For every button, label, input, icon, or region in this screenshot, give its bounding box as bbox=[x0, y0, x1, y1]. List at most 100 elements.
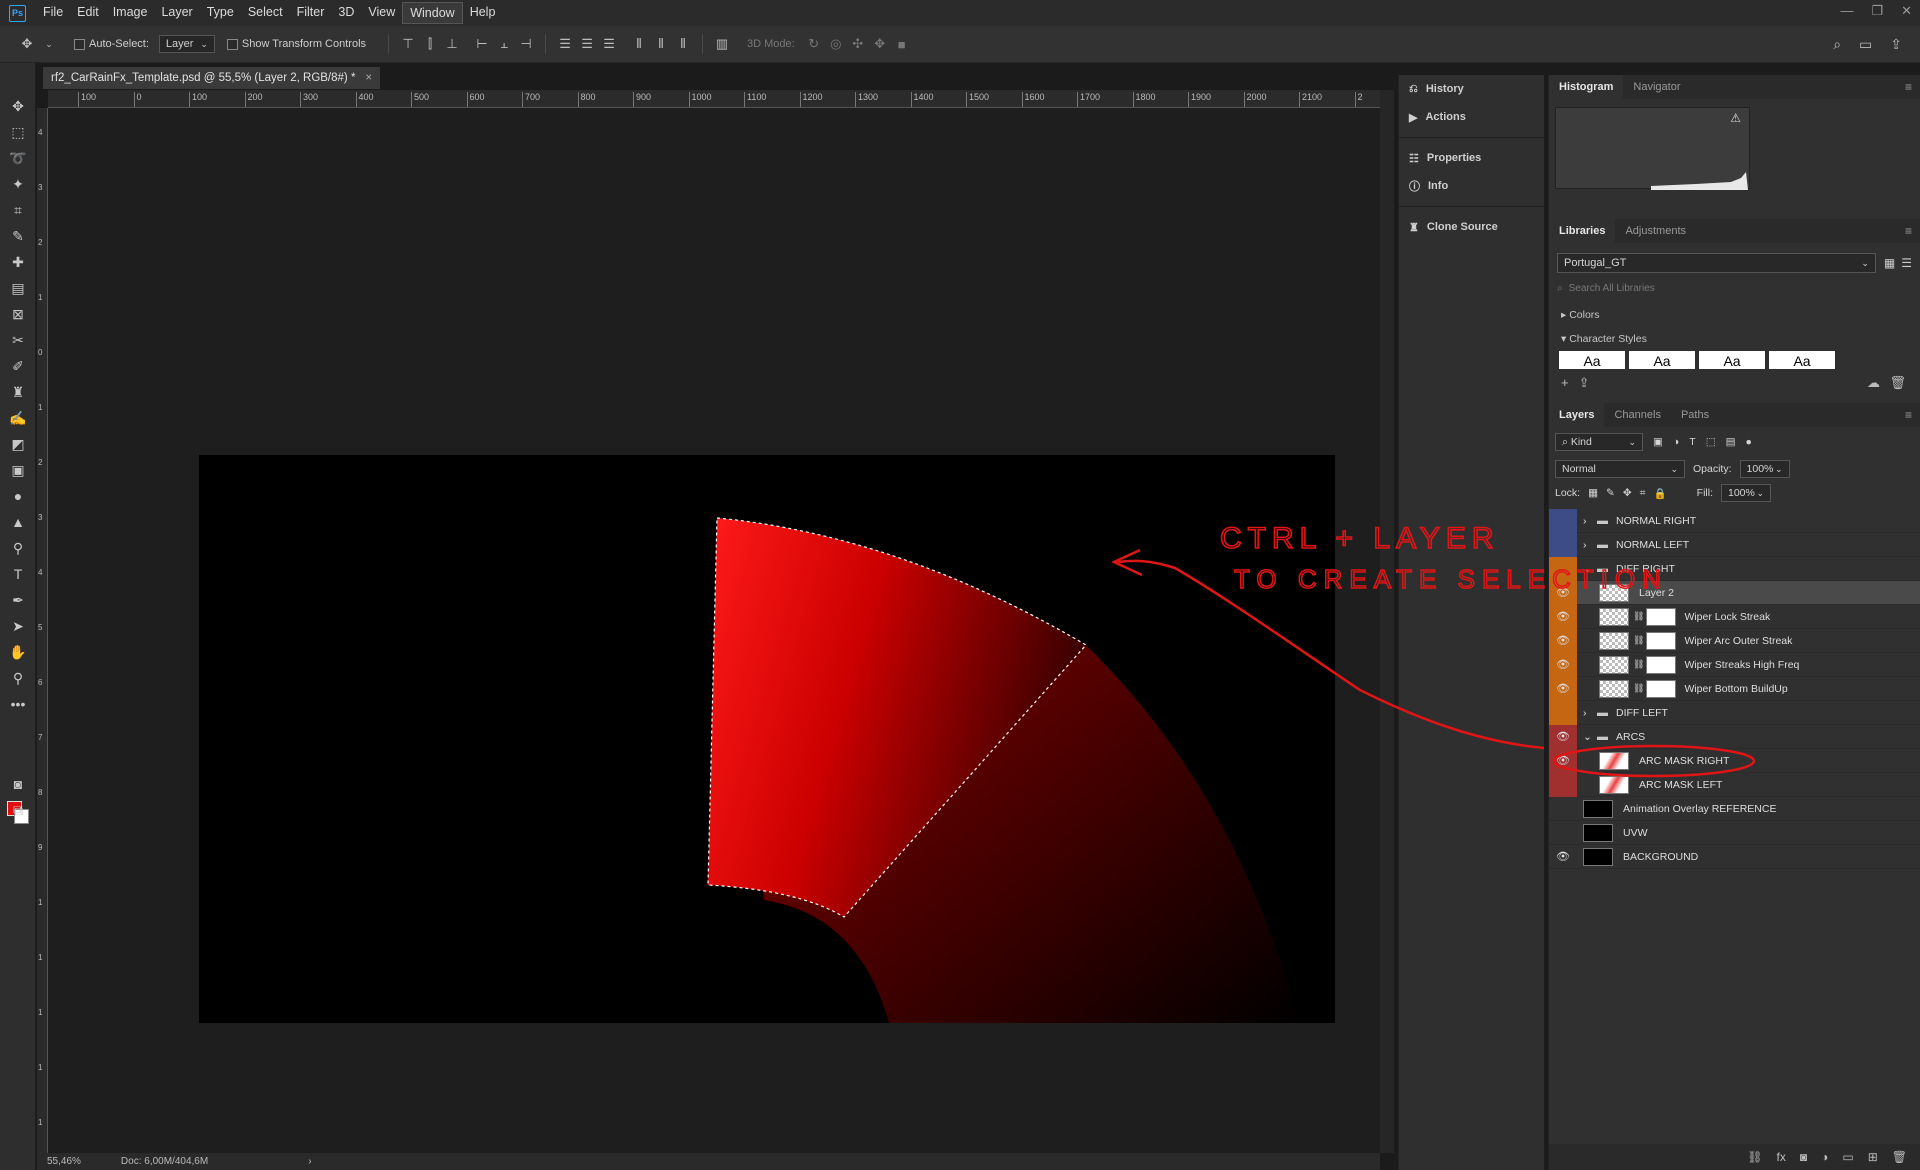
visibility-toggle[interactable] bbox=[1549, 556, 1577, 581]
chevron-down-icon[interactable]: ⌄ bbox=[40, 39, 58, 50]
folder-icon[interactable]: ▭ bbox=[1842, 1150, 1853, 1164]
tab-paths[interactable]: Paths bbox=[1671, 403, 1719, 427]
move-tool-icon[interactable]: ✥ bbox=[0, 93, 36, 119]
fx-icon[interactable]: fx bbox=[1777, 1150, 1786, 1164]
layer-mask-thumbnail[interactable] bbox=[1646, 679, 1677, 698]
menu-file[interactable]: File bbox=[36, 2, 70, 24]
layer-thumbnail[interactable] bbox=[1599, 751, 1629, 770]
layer-row[interactable]: 👁 ARC MASK RIGHT bbox=[1549, 748, 1920, 773]
adjustment-icon[interactable]: ◑ bbox=[1821, 1150, 1828, 1164]
menu-edit[interactable]: Edit bbox=[70, 2, 106, 24]
layer-mask-thumbnail[interactable] bbox=[1646, 631, 1677, 650]
search-icon[interactable]: ⌕ bbox=[1833, 36, 1841, 53]
layer-thumbnail[interactable] bbox=[1583, 847, 1613, 866]
filter-type-icon[interactable]: T bbox=[1689, 436, 1695, 448]
visibility-toggle[interactable] bbox=[1549, 821, 1577, 845]
orbit-3d-icon[interactable]: ↻ bbox=[805, 36, 823, 52]
layer-thumbnail[interactable] bbox=[1583, 799, 1613, 818]
link-icon[interactable]: ⛓ bbox=[1633, 635, 1644, 646]
lock-transparent-icon[interactable]: ▦ bbox=[1588, 487, 1598, 499]
canvas-scrollbar[interactable] bbox=[1380, 90, 1394, 1153]
layer-group-row[interactable]: › ▬ NORMAL LEFT bbox=[1549, 532, 1920, 557]
char-style-sample[interactable]: Aa bbox=[1559, 351, 1625, 369]
mask-icon[interactable]: ◙ bbox=[1800, 1150, 1807, 1164]
move-tool-icon[interactable]: ✥ bbox=[18, 36, 36, 52]
trash-icon[interactable]: 🗑 bbox=[1892, 1150, 1907, 1164]
layer-mask-thumbnail[interactable] bbox=[1646, 607, 1677, 626]
patch-tool-icon[interactable]: ▤ bbox=[0, 275, 36, 301]
document-tab[interactable]: rf2_CarRainFx_Template.psd @ 55,5% (Laye… bbox=[43, 67, 381, 89]
visibility-toggle[interactable] bbox=[1549, 797, 1577, 821]
layer-group-row[interactable]: ⌄ ▬ DIFF RIGHT bbox=[1549, 556, 1920, 581]
type-tool-icon[interactable]: T bbox=[0, 561, 36, 587]
magic-wand-icon[interactable]: ✦ bbox=[0, 171, 36, 197]
layer-row[interactable]: UVW bbox=[1549, 821, 1920, 845]
workspace-icon[interactable]: ▭ bbox=[1859, 36, 1872, 53]
chevron-right-icon[interactable]: › bbox=[1583, 707, 1593, 719]
library-section-colors[interactable]: ▸ Colors bbox=[1549, 303, 1920, 327]
auto-select-checkbox[interactable]: Auto-Select: bbox=[74, 38, 149, 50]
library-dropdown[interactable]: Portugal_GT ⌄ bbox=[1557, 253, 1876, 273]
slide-3d-icon[interactable]: ✥ bbox=[871, 36, 889, 52]
filter-shape-icon[interactable]: ⬚ bbox=[1706, 436, 1716, 448]
hand-tool-icon[interactable]: ✋ bbox=[0, 639, 36, 665]
align-right-icon[interactable]: ⊣ bbox=[517, 36, 535, 52]
align-bottom-icon[interactable]: ⊥ bbox=[443, 36, 461, 52]
zoom-level[interactable]: 55,46% bbox=[47, 1156, 81, 1167]
eye-icon[interactable]: 👁 bbox=[1549, 604, 1577, 629]
lock-artboard-icon[interactable]: ⌗ bbox=[1640, 487, 1646, 500]
restore-icon[interactable]: ❐ bbox=[1871, 3, 1883, 19]
menu-filter[interactable]: Filter bbox=[290, 2, 332, 24]
menu-window[interactable]: Window bbox=[402, 2, 463, 24]
tab-libraries[interactable]: Libraries bbox=[1549, 219, 1616, 243]
layer-thumbnail[interactable] bbox=[1599, 607, 1629, 626]
panel-menu-icon[interactable]: ≡ bbox=[1905, 224, 1912, 238]
tab-layers[interactable]: Layers bbox=[1549, 403, 1605, 427]
menu-3d[interactable]: 3D bbox=[331, 2, 361, 24]
tab-histogram[interactable]: Histogram bbox=[1549, 75, 1624, 99]
quick-mask-icon[interactable]: ◙ bbox=[0, 771, 36, 797]
filter-smart-icon[interactable]: ▤ bbox=[1726, 436, 1736, 448]
trash-icon[interactable]: 🗑 bbox=[1889, 375, 1906, 391]
filter-toggle-icon[interactable]: ● bbox=[1746, 436, 1752, 448]
canvas-area[interactable] bbox=[48, 108, 1380, 1153]
minimize-icon[interactable]: — bbox=[1840, 3, 1853, 19]
eye-icon[interactable]: 👁 bbox=[1549, 628, 1577, 653]
tab-navigator[interactable]: Navigator bbox=[1623, 75, 1690, 99]
zoom-tool-icon[interactable]: ⚲ bbox=[0, 665, 36, 691]
layer-thumbnail[interactable] bbox=[1583, 823, 1613, 842]
gradient-tool-icon[interactable]: ▣ bbox=[0, 457, 36, 483]
layer-row[interactable]: 👁 ⛓ Wiper Bottom BuildUp bbox=[1549, 676, 1920, 701]
panel-menu-icon[interactable]: ≡ bbox=[1905, 408, 1912, 422]
eye-icon[interactable]: 👁 bbox=[1549, 845, 1577, 869]
opacity-field[interactable]: 100% ⌄ bbox=[1739, 460, 1790, 478]
lock-position-icon[interactable]: ✥ bbox=[1623, 487, 1632, 499]
path-select-icon[interactable]: ➤ bbox=[0, 613, 36, 639]
screen-mode-icon[interactable]: ⧉ bbox=[0, 797, 36, 823]
sharpen-tool-icon[interactable]: ▲ bbox=[0, 509, 36, 535]
visibility-toggle[interactable] bbox=[1549, 532, 1577, 557]
upload-icon[interactable]: ⇪ bbox=[1579, 375, 1590, 391]
layer-row[interactable]: ARC MASK LEFT bbox=[1549, 772, 1920, 797]
document-canvas[interactable] bbox=[199, 455, 1335, 1023]
roll-3d-icon[interactable]: ◎ bbox=[827, 36, 845, 52]
panel-menu-icon[interactable]: ≡ bbox=[1905, 80, 1912, 94]
menu-select[interactable]: Select bbox=[241, 2, 290, 24]
lock-all-icon[interactable]: 🔒 bbox=[1654, 487, 1667, 500]
eraser-tool-icon[interactable]: ◩ bbox=[0, 431, 36, 457]
chevron-right-icon[interactable]: › bbox=[1583, 515, 1593, 527]
layer-row[interactable]: 👁 Layer 2 bbox=[1549, 580, 1920, 605]
layer-row[interactable]: 👁 ⛓ Wiper Streaks High Freq bbox=[1549, 652, 1920, 677]
dodge-tool-icon[interactable]: ⚲ bbox=[0, 535, 36, 561]
layer-row[interactable]: 👁 ⛓ Wiper Arc Outer Streak bbox=[1549, 628, 1920, 653]
grid-view-icon[interactable]: ▦ bbox=[1884, 256, 1895, 270]
layer-row[interactable]: Animation Overlay REFERENCE bbox=[1549, 797, 1920, 821]
layer-thumbnail[interactable] bbox=[1599, 631, 1629, 650]
camera-3d-icon[interactable]: ■ bbox=[893, 37, 911, 52]
link-icon[interactable]: ⛓ bbox=[1633, 683, 1644, 694]
clone-stamp-icon[interactable]: ♜ bbox=[0, 379, 36, 405]
dock-actions[interactable]: ▶ Actions bbox=[1399, 103, 1544, 131]
distribute-top-icon[interactable]: ☰ bbox=[556, 36, 574, 52]
eye-icon[interactable]: 👁 bbox=[1549, 580, 1577, 605]
dock-history[interactable]: ⎌ History bbox=[1399, 75, 1544, 103]
